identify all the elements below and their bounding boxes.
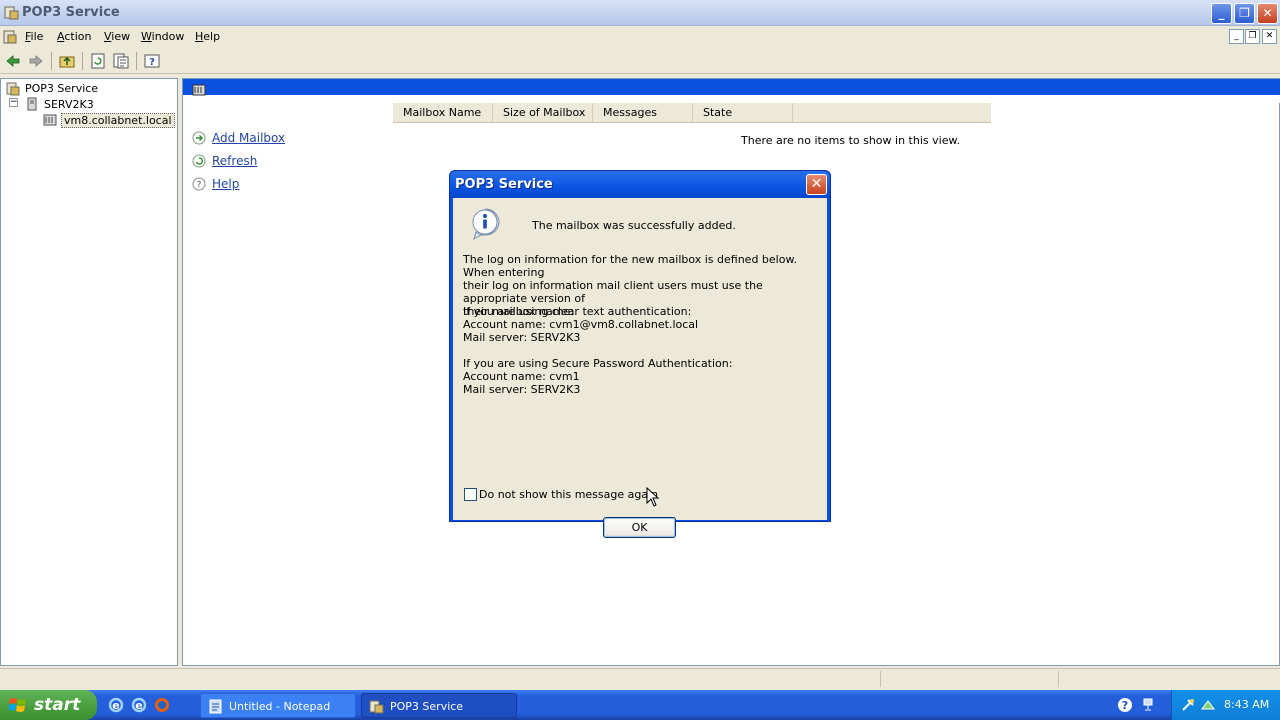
svg-text:?: ? <box>1122 699 1128 712</box>
pop3-service-icon <box>6 82 20 96</box>
mouse-cursor-icon <box>646 487 660 507</box>
mmc-document-icon[interactable] <box>3 30 17 44</box>
svg-text:?: ? <box>149 57 155 68</box>
window-title: POP3 Service <box>22 5 120 20</box>
menu-action[interactable]: Action <box>57 30 91 43</box>
help-icon[interactable]: ? <box>143 52 161 70</box>
mdi-minimize-button[interactable]: _ <box>1229 29 1244 44</box>
start-button[interactable]: start <box>0 690 97 720</box>
server-icon <box>27 97 37 111</box>
window-titlebar: POP3 Service _ ❐ ✕ <box>0 0 1280 26</box>
toolbar-separator <box>51 52 52 70</box>
help-circle-icon[interactable]: ? <box>1117 697 1133 713</box>
menu-window[interactable]: Window <box>141 30 184 43</box>
dialog-title: POP3 Service <box>455 177 553 192</box>
mdi-close-button[interactable]: ✕ <box>1262 29 1277 44</box>
tree-collapse-toggle[interactable]: − <box>9 98 18 107</box>
domain-header-icon <box>192 84 206 96</box>
add-arrow-icon <box>192 131 206 145</box>
refresh-link[interactable]: Refresh <box>192 154 257 168</box>
toolbar-separator <box>136 52 137 70</box>
menu-view[interactable]: View <box>104 30 130 43</box>
up-folder-icon[interactable] <box>58 52 76 70</box>
ok-button[interactable]: OK <box>603 517 676 538</box>
taskbar-button-notepad[interactable]: Untitled - Notepad <box>200 693 356 718</box>
information-icon <box>472 208 500 241</box>
firefox-icon[interactable] <box>154 697 170 713</box>
tree-root-pop3-service[interactable]: POP3 Service <box>25 82 98 95</box>
dialog-body: The mailbox was successfully added. The … <box>453 198 827 538</box>
tree-item-domain[interactable]: vm8.collabnet.local <box>61 113 175 128</box>
svg-text:?: ? <box>197 181 202 191</box>
toolbar: ? <box>0 48 1280 74</box>
ie-icon[interactable]: e <box>108 697 124 713</box>
column-state[interactable]: State <box>693 103 793 123</box>
restore-button[interactable]: ❐ <box>1234 3 1255 24</box>
status-segment <box>880 671 881 687</box>
forward-arrow-icon[interactable] <box>27 52 45 70</box>
tray-safely-remove-icon[interactable] <box>1200 697 1216 713</box>
svg-text:e: e <box>135 699 142 712</box>
taskbar: start e e Untitled - Notepad POP3 Servic… <box>0 690 1280 720</box>
list-column-header: Mailbox Name Size of Mailbox Messages St… <box>393 103 991 123</box>
status-segment <box>1058 671 1059 687</box>
status-bar <box>0 668 1280 690</box>
dialog-close-button[interactable]: ✕ <box>806 174 827 195</box>
taskbar-button-pop3-service[interactable]: POP3 Service <box>361 693 517 718</box>
dialog-titlebar: POP3 Service ✕ <box>450 171 830 198</box>
add-mailbox-link[interactable]: Add Mailbox <box>192 131 285 145</box>
minimize-button[interactable]: _ <box>1211 3 1232 24</box>
do-not-show-checkbox[interactable] <box>464 488 477 501</box>
question-icon: ? <box>192 177 206 191</box>
pop3-app-icon <box>4 6 19 20</box>
toolbar-separator <box>82 52 83 70</box>
ie-icon[interactable]: e <box>131 697 147 713</box>
dialog-headline: The mailbox was successfully added. <box>532 219 736 232</box>
menu-bar: File Action View Window Help _ ❐ ✕ <box>0 26 1280 48</box>
taskpad-header <box>183 79 1280 96</box>
back-arrow-icon[interactable] <box>4 52 22 70</box>
start-label: start <box>34 695 81 715</box>
export-list-icon[interactable] <box>112 52 130 70</box>
pop3-app-icon <box>369 700 384 714</box>
mdi-restore-button[interactable]: ❐ <box>1245 29 1260 44</box>
system-tray: 8:43 AM <box>1171 690 1280 720</box>
windows-flag-icon <box>9 698 26 712</box>
dialog-paragraph-spa: If you are using Secure Password Authent… <box>463 357 733 396</box>
tray-clock[interactable]: 8:43 AM <box>1224 698 1269 711</box>
column-messages[interactable]: Messages <box>593 103 693 123</box>
column-mailbox-name[interactable]: Mailbox Name <box>393 103 493 123</box>
domain-mailbox-icon <box>43 114 57 126</box>
close-button[interactable]: ✕ <box>1257 3 1278 24</box>
menu-file[interactable]: File <box>25 30 43 43</box>
help-link[interactable]: ? Help <box>192 177 239 191</box>
column-size-of-mailbox[interactable]: Size of Mailbox <box>493 103 593 123</box>
tray-tools-icon[interactable] <box>1180 697 1196 713</box>
refresh-icon <box>192 154 206 168</box>
taskpad-header-curve <box>383 95 1280 103</box>
mailbox-added-dialog: POP3 Service ✕ The mailbox was successfu… <box>449 170 831 538</box>
refresh-icon[interactable] <box>89 52 107 70</box>
svg-text:e: e <box>112 699 119 712</box>
do-not-show-checkbox-label[interactable]: Do not show this message again <box>479 488 658 501</box>
console-tree: POP3 Service − SERV2K3 vm8.collabnet.loc… <box>0 78 178 666</box>
menu-help[interactable]: Help <box>195 30 220 43</box>
tree-item-server[interactable]: SERV2K3 <box>44 98 94 111</box>
network-icon[interactable] <box>1141 697 1157 713</box>
notepad-icon <box>209 699 222 714</box>
dialog-paragraph-clear-text: If you are using clear text authenticati… <box>463 305 699 344</box>
empty-list-message: There are no items to show in this view. <box>741 134 960 147</box>
